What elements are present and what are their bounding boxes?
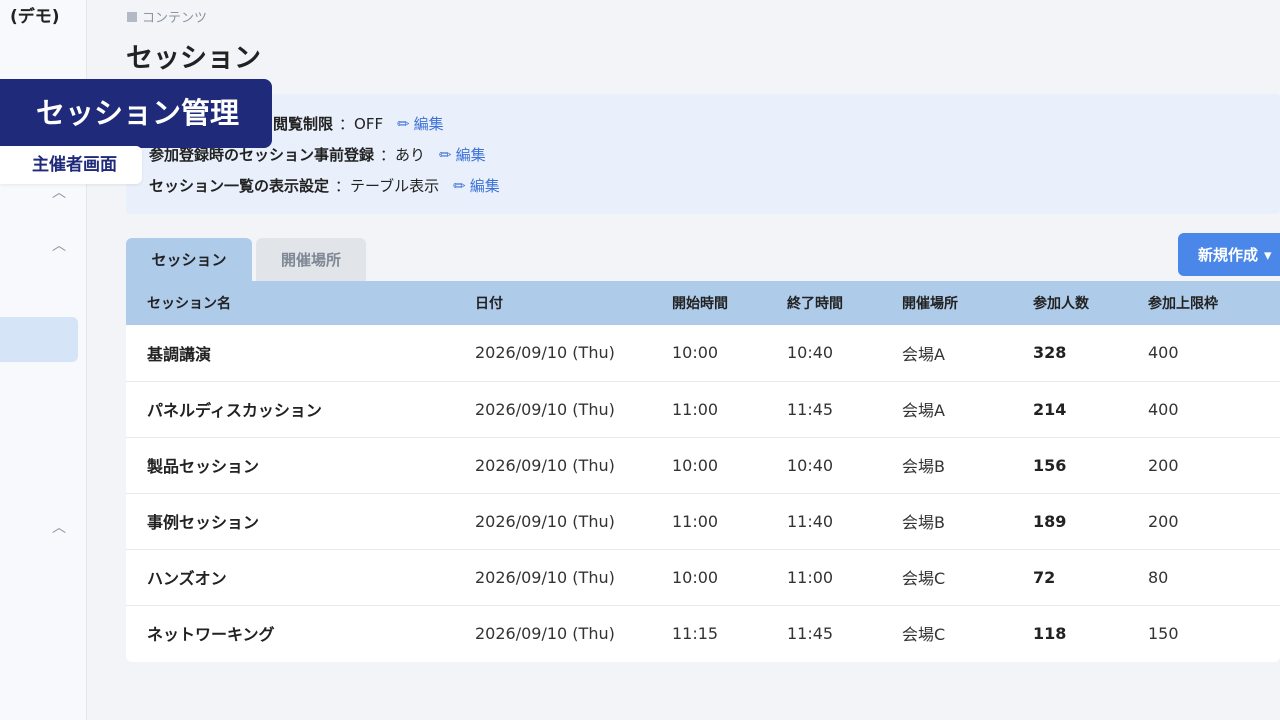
- attendee-count-cell: 328: [1033, 343, 1067, 363]
- table-row[interactable]: 基調講演 2026/09/10 (Thu) 10:00 10:40 会場A 32…: [126, 325, 1280, 381]
- column-header[interactable]: 開始時間: [672, 281, 787, 325]
- sidebar-item-active[interactable]: [0, 317, 78, 362]
- date-cell: 2026/09/10 (Thu): [475, 623, 615, 643]
- end-time-cell: 11:45: [787, 399, 834, 419]
- table-row[interactable]: ネットワーキング 2026/09/10 (Thu) 11:15 11:45 会場…: [126, 605, 1280, 661]
- app-name-label: (デモ): [10, 7, 60, 27]
- start-time-cell: 11:15: [672, 623, 719, 643]
- capacity-cell: 400: [1148, 343, 1179, 363]
- chevron-up-icon[interactable]: ︿: [50, 186, 68, 200]
- session-name-cell[interactable]: パネルディスカッション: [126, 381, 475, 437]
- attendee-count-cell: 214: [1033, 399, 1067, 419]
- date-cell: 2026/09/10 (Thu): [475, 567, 615, 587]
- setting-row-list-display: セッション一覧の表示設定 ：テーブル表示 ✏ 編集: [149, 175, 500, 196]
- date-cell: 2026/09/10 (Thu): [475, 511, 615, 531]
- attendee-count-cell: 156: [1033, 455, 1067, 475]
- overlay-title: セッション管理: [0, 79, 272, 148]
- start-time-cell: 10:00: [672, 455, 719, 475]
- edit-label: 編集: [455, 146, 486, 164]
- end-time-cell: 11:45: [787, 623, 834, 643]
- edit-link[interactable]: ✏ 編集: [453, 175, 500, 196]
- column-header[interactable]: 参加人数: [1033, 281, 1148, 325]
- column-header[interactable]: 日付: [475, 281, 672, 325]
- pencil-icon: ✏: [453, 176, 466, 195]
- date-cell: 2026/09/10 (Thu): [475, 343, 615, 363]
- tab-venues[interactable]: 開催場所: [256, 238, 366, 281]
- session-name-cell[interactable]: 基調講演: [126, 325, 475, 381]
- date-cell: 2026/09/10 (Thu): [475, 455, 615, 475]
- attendee-count-cell: 72: [1033, 567, 1056, 587]
- start-time-cell: 10:00: [672, 567, 719, 587]
- session-name-cell[interactable]: 製品セッション: [126, 437, 475, 493]
- capacity-cell: 200: [1148, 511, 1179, 531]
- attendee-count-cell: 118: [1033, 623, 1067, 643]
- column-header[interactable]: 終了時間: [787, 281, 902, 325]
- edit-label: 編集: [413, 115, 444, 133]
- edit-link[interactable]: ✏ 編集: [439, 144, 486, 165]
- breadcrumb-item[interactable]: コンテンツ: [142, 7, 207, 26]
- end-time-cell: 11:40: [787, 511, 834, 531]
- pencil-icon: ✏: [439, 145, 452, 164]
- page-title: セッション: [126, 43, 261, 74]
- table-row[interactable]: 事例セッション 2026/09/10 (Thu) 11:00 11:40 会場B…: [126, 493, 1280, 549]
- session-name-cell[interactable]: ハンズオン: [126, 549, 475, 605]
- settings-panel: 閲覧制限 ：OFF ✏ 編集 参加登録時のセッション事前登録 ：あり ✏ 編集 …: [126, 94, 1280, 214]
- tab-bar: セッション 開催場所: [126, 238, 366, 281]
- capacity-cell: 200: [1148, 455, 1179, 475]
- capacity-cell: 80: [1148, 567, 1169, 587]
- pencil-icon: ✏: [397, 114, 410, 133]
- table-row[interactable]: パネルディスカッション 2026/09/10 (Thu) 11:00 11:45…: [126, 381, 1280, 437]
- session-name-cell[interactable]: 事例セッション: [126, 493, 475, 549]
- chevron-down-icon: ▾: [1264, 245, 1272, 264]
- breadcrumb: コンテンツ: [127, 7, 207, 26]
- overlay-subtitle: 主催者画面: [0, 146, 142, 184]
- session-name-cell[interactable]: ネットワーキング: [126, 605, 475, 661]
- venue-cell: 会場A: [902, 344, 945, 364]
- setting-value: ：あり: [380, 146, 426, 164]
- venue-cell: 会場A: [902, 401, 945, 420]
- date-cell: 2026/09/10 (Thu): [475, 399, 615, 419]
- column-header[interactable]: セッション名: [126, 281, 475, 325]
- capacity-cell: 150: [1148, 623, 1179, 643]
- table-header-row: セッション名 日付 開始時間 終了時間 開催場所 参加人数 参加上限枠: [126, 281, 1280, 325]
- tab-sessions[interactable]: セッション: [126, 238, 252, 281]
- attendee-count-cell: 189: [1033, 511, 1067, 531]
- end-time-cell: 11:00: [787, 567, 834, 587]
- venue-cell: 会場B: [902, 457, 945, 476]
- edit-link[interactable]: ✏ 編集: [397, 113, 444, 134]
- venue-cell: 会場B: [902, 513, 945, 532]
- column-header[interactable]: 参加上限枠: [1148, 281, 1280, 325]
- chevron-up-icon[interactable]: ︿: [50, 239, 68, 253]
- end-time-cell: 10:40: [787, 455, 834, 475]
- edit-label: 編集: [469, 177, 500, 195]
- setting-label: セッション一覧の表示設定: [149, 177, 330, 195]
- venue-cell: 会場C: [902, 569, 946, 588]
- new-create-label: 新規作成: [1198, 246, 1259, 264]
- folder-icon: [127, 11, 137, 22]
- new-create-button[interactable]: 新規作成 ▾: [1178, 233, 1280, 276]
- start-time-cell: 11:00: [672, 511, 719, 531]
- setting-label: 閲覧制限: [273, 115, 334, 133]
- setting-row-view-restriction: 閲覧制限 ：OFF ✏ 編集: [273, 113, 444, 134]
- chevron-up-icon[interactable]: ︿: [50, 521, 68, 535]
- table-row[interactable]: ハンズオン 2026/09/10 (Thu) 10:00 11:00 会場C 7…: [126, 549, 1280, 605]
- table-row[interactable]: 製品セッション 2026/09/10 (Thu) 10:00 10:40 会場B…: [126, 437, 1280, 493]
- sessions-table: セッション名 日付 開始時間 終了時間 開催場所 参加人数 参加上限枠 基調講演…: [126, 281, 1280, 662]
- start-time-cell: 10:00: [672, 343, 719, 363]
- capacity-cell: 400: [1148, 399, 1179, 419]
- venue-cell: 会場C: [902, 625, 946, 645]
- start-time-cell: 11:00: [672, 399, 719, 419]
- setting-value: ：テーブル表示: [335, 177, 440, 195]
- end-time-cell: 10:40: [787, 343, 834, 363]
- setting-value: ：OFF: [339, 115, 384, 133]
- column-header[interactable]: 開催場所: [902, 281, 1033, 325]
